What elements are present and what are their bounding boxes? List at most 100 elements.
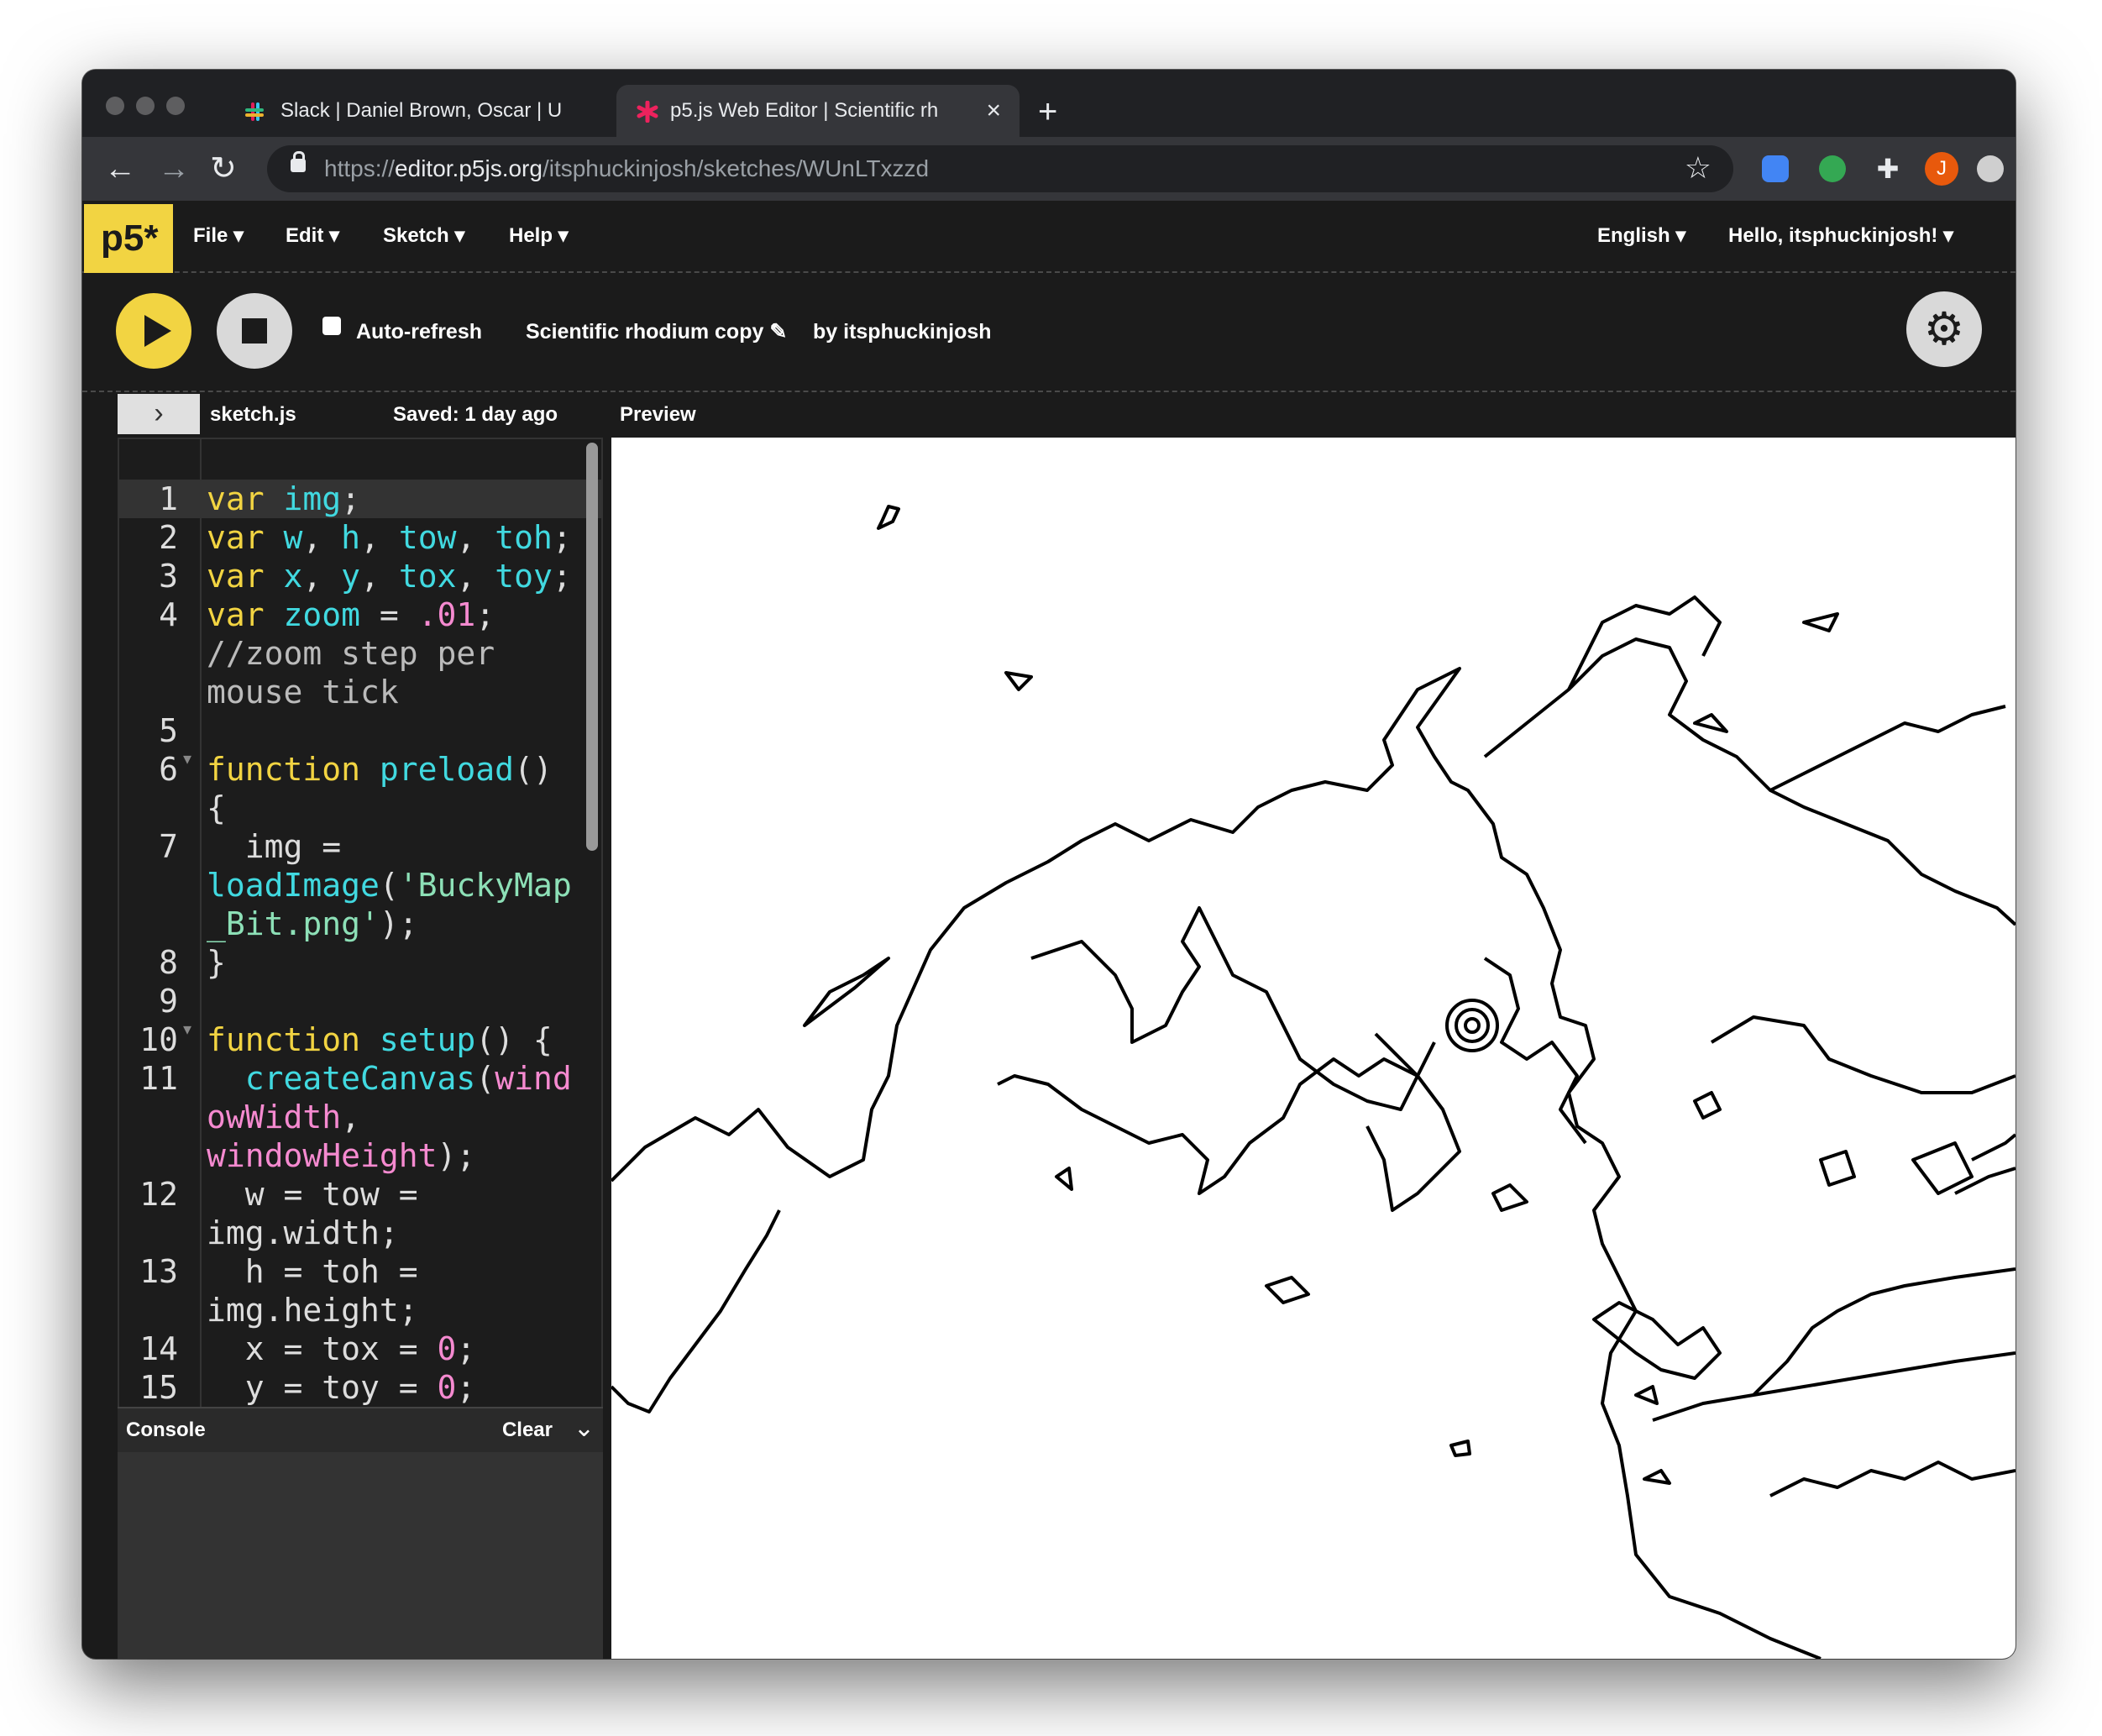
island-path	[1693, 713, 1728, 733]
extensions-puzzle-icon[interactable]: ✚	[1874, 155, 1901, 182]
back-icon[interactable]: ←	[104, 150, 136, 187]
file-bar: › sketch.js Saved: 1 day ago Preview	[82, 392, 2016, 438]
console-header: Console Clear ⌄	[118, 1407, 603, 1452]
sidebar-expand-chevron-icon[interactable]: ›	[118, 394, 200, 434]
code-text: function setup() {	[207, 1021, 553, 1058]
account-icon[interactable]	[1977, 155, 2004, 182]
p5-logo[interactable]: p5*	[84, 204, 173, 273]
coastline-path	[1752, 1267, 2016, 1397]
code-line[interactable]: mouse tick	[119, 673, 573, 711]
code-line[interactable]: 1 var img;	[119, 480, 573, 518]
close-tab-icon[interactable]: ×	[986, 85, 1001, 137]
code-text: windowHeight);	[207, 1137, 476, 1174]
tab-strip: Slack | Daniel Brown, Oscar | U × p5.js …	[82, 70, 2016, 137]
play-button[interactable]	[116, 293, 191, 369]
line-number: 1	[159, 480, 178, 517]
bookmark-extension-icon[interactable]	[1762, 155, 1789, 182]
fold-arrow-icon[interactable]: ▾	[183, 1019, 191, 1040]
maximize-window-button[interactable]	[166, 97, 185, 115]
code-line[interactable]: 14 x = tox = 0;	[119, 1330, 573, 1368]
target-ring	[1464, 1017, 1481, 1034]
lock-icon	[291, 151, 306, 172]
code-line[interactable]: img.height;	[119, 1291, 573, 1330]
bookmark-star-icon[interactable]: ☆	[1685, 150, 1711, 186]
settings-gear-icon[interactable]: ⚙	[1906, 291, 1982, 367]
line-number: 9	[159, 983, 178, 1020]
code-text: mouse tick	[207, 674, 399, 711]
coastline-path	[1710, 1015, 2016, 1094]
code-line[interactable]: 5	[119, 711, 573, 750]
stop-button[interactable]	[217, 293, 292, 369]
code-line[interactable]: 7 img =	[119, 827, 573, 866]
minimize-window-button[interactable]	[136, 97, 155, 115]
code-line[interactable]: img.width;	[119, 1214, 573, 1252]
auto-refresh-checkbox[interactable]	[322, 317, 341, 335]
line-number: 7	[159, 828, 178, 865]
reload-icon[interactable]: ↻	[210, 150, 237, 187]
code-editor[interactable]: 1 var img; 2 var w, h, tow, toh; 3 var x, y, …	[118, 438, 603, 1479]
code-line[interactable]: //zoom step per	[119, 634, 573, 673]
file-name[interactable]: sketch.js	[210, 392, 296, 438]
line-number: 4	[159, 596, 178, 633]
line-number: 5	[159, 712, 178, 749]
code-line[interactable]: 15 y = toy = 0;	[119, 1368, 573, 1407]
user-menu[interactable]: Hello, itsphuckinjosh! ▾	[1728, 201, 1953, 271]
code-line[interactable]: loadImage('BuckyMap	[119, 866, 573, 905]
menu-help[interactable]: Help ▾	[509, 201, 569, 271]
code-text: function preload()	[207, 751, 553, 788]
code-line[interactable]: 9	[119, 982, 573, 1020]
menu-edit[interactable]: Edit ▾	[286, 201, 339, 271]
new-tab-button[interactable]: +	[1038, 95, 1057, 128]
menu-file[interactable]: File ▾	[193, 201, 244, 271]
console-title: Console	[126, 1419, 206, 1441]
island-path	[1055, 1167, 1073, 1191]
line-number: 2	[159, 519, 178, 556]
coastline-path	[1769, 1461, 2016, 1497]
profile-avatar[interactable]: J	[1925, 152, 1958, 186]
code-line[interactable]: owWidth,	[119, 1098, 573, 1136]
language-menu[interactable]: English ▾	[1597, 201, 1685, 271]
code-text: img.height;	[207, 1292, 418, 1329]
code-text: //zoom step per	[207, 635, 495, 672]
url-text: https://editor.p5js.org/itsphuckinjosh/s…	[324, 155, 930, 181]
close-window-button[interactable]	[106, 97, 124, 115]
island-path	[1449, 1440, 1471, 1457]
code-line[interactable]: 12 w = tow =	[119, 1175, 573, 1214]
sketch-preview-canvas[interactable]	[611, 438, 2016, 1659]
line-number: 12	[139, 1176, 178, 1213]
code-line[interactable]: {	[119, 789, 573, 827]
map-outline-drawing	[611, 505, 2016, 1659]
coastline-path	[1652, 1351, 2016, 1422]
sketch-name[interactable]: Scientific rhodium copy ✎	[526, 273, 787, 391]
island-path	[803, 957, 890, 1027]
menu-sketch[interactable]: Sketch ▾	[383, 201, 464, 271]
code-line[interactable]: 11 createCanvas(wind	[119, 1059, 573, 1098]
code-text: var zoom = .01;	[207, 596, 495, 633]
address-bar[interactable]: https://editor.p5js.org/itsphuckinjosh/s…	[267, 145, 1733, 192]
chat-extension-icon[interactable]	[1819, 155, 1846, 182]
console-clear-button[interactable]: Clear	[502, 1408, 553, 1452]
code-text: img =	[207, 828, 342, 865]
coastline-path	[1567, 595, 1722, 690]
code-line[interactable]: 8}	[119, 943, 573, 982]
coastline-path	[1030, 906, 1419, 1111]
island-path	[1592, 1301, 1722, 1380]
fold-arrow-icon[interactable]: ▾	[183, 748, 191, 769]
editor-scrollbar[interactable]	[586, 443, 598, 851]
code-text: var img;	[207, 480, 361, 517]
code-line[interactable]: _Bit.png');	[119, 905, 573, 943]
line-number: 14	[139, 1330, 178, 1367]
tab-p5-editor[interactable]: p5.js Web Editor | Scientific rh ×	[616, 85, 1020, 137]
code-line[interactable]: 13 h = toh =	[119, 1252, 573, 1291]
line-number: 8	[159, 944, 178, 981]
coastline-path	[611, 667, 1822, 1659]
slack-icon	[245, 102, 264, 121]
browser-toolbar: ← → ↻ https://editor.p5js.org/itsphuckin…	[82, 137, 2016, 201]
code-line[interactable]: 3 var x, y, tox, toy;	[119, 557, 573, 595]
coastline-path	[611, 1209, 781, 1413]
code-line[interactable]: windowHeight);	[119, 1136, 573, 1175]
forward-icon[interactable]: →	[158, 150, 190, 187]
code-line[interactable]: 4 var zoom = .01;	[119, 595, 573, 634]
chevron-down-icon[interactable]: ⌄	[574, 1413, 595, 1443]
code-line[interactable]: 2 var w, h, tow, toh;	[119, 518, 573, 557]
